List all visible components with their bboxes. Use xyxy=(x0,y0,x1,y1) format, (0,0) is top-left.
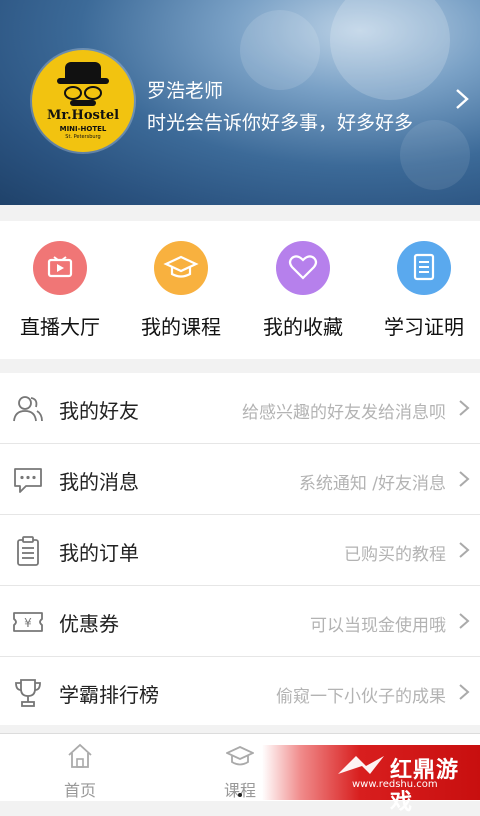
list-item-hint: 给感兴趣的好友发给消息呗 xyxy=(242,403,446,423)
list-item-coupons[interactable]: ¥ 优惠券 可以当现金使用哦 xyxy=(0,586,480,657)
document-icon xyxy=(397,241,451,295)
chevron-right-icon xyxy=(459,400,470,416)
clipboard-icon xyxy=(17,536,39,566)
heart-icon xyxy=(276,241,330,295)
friends-icon xyxy=(13,396,43,422)
list-item-leaderboard[interactable]: 学霸排行榜 偷窥一下小伙子的成果 xyxy=(0,657,480,725)
user-motto: 时光会告诉你好多事，好多好多 xyxy=(147,112,414,134)
list-item-hint: 偷窥一下小伙子的成果 xyxy=(276,687,446,707)
list-item-label: 我的好友 xyxy=(59,399,139,423)
profile-header[interactable]: Mr.Hostel MINI-HOTEL St. Petersburg 罗浩老师… xyxy=(0,0,480,205)
list-item-friends[interactable]: 我的好友 给感兴趣的好友发给消息呗 xyxy=(0,373,480,444)
home-icon xyxy=(68,743,92,768)
tab-label: 首页 xyxy=(63,781,96,800)
quick-item-label: 我的收藏 xyxy=(263,315,343,339)
message-icon xyxy=(14,468,42,493)
quick-menu: 直播大厅 我的课程 我的收藏 学习证明 xyxy=(0,221,480,359)
quick-item-my-courses[interactable]: 我的课程 xyxy=(121,221,241,359)
bokeh-light xyxy=(240,10,320,90)
list-item-messages[interactable]: 我的消息 系统通知 /好友消息 xyxy=(0,444,480,515)
chevron-right-icon xyxy=(459,542,470,558)
quick-item-live-hall[interactable]: 直播大厅 xyxy=(0,221,120,359)
list-item-label: 学霸排行榜 xyxy=(59,683,159,707)
quick-item-study-certificate[interactable]: 学习证明 xyxy=(364,221,480,359)
svg-text:¥: ¥ xyxy=(24,616,32,630)
graduation-cap-icon xyxy=(154,241,208,295)
course-icon xyxy=(226,746,254,766)
chevron-right-icon xyxy=(459,613,470,629)
bokeh-light xyxy=(330,0,450,100)
page-indicator-dot xyxy=(238,793,242,797)
quick-item-label: 我的课程 xyxy=(141,315,221,339)
chevron-right-icon xyxy=(459,471,470,487)
chevron-right-icon xyxy=(459,684,470,700)
glasses-icon xyxy=(62,86,104,100)
avatar-brand: Mr.Hostel xyxy=(46,108,120,123)
avatar[interactable]: Mr.Hostel MINI-HOTEL St. Petersburg xyxy=(32,50,134,152)
list-item-hint: 可以当现金使用哦 xyxy=(310,616,446,636)
user-name: 罗浩老师 xyxy=(147,80,224,102)
tv-icon xyxy=(33,241,87,295)
avatar-subtitle: MINI-HOTEL xyxy=(59,125,107,133)
watermark-logo-icon xyxy=(338,756,384,774)
avatar-subtitle-2: St. Petersburg xyxy=(65,134,101,140)
quick-item-label: 学习证明 xyxy=(384,315,464,339)
menu-list: 我的好友 给感兴趣的好友发给消息呗 我的消息 系统通知 /好友消息 我的订单 已… xyxy=(0,373,480,725)
list-item-label: 优惠券 xyxy=(59,612,119,636)
list-item-orders[interactable]: 我的订单 已购买的教程 xyxy=(0,515,480,586)
quick-item-my-favorites[interactable]: 我的收藏 xyxy=(243,221,363,359)
mustache-icon xyxy=(70,100,96,106)
chevron-right-icon[interactable] xyxy=(455,88,469,110)
trophy-icon xyxy=(15,679,41,707)
list-item-hint: 系统通知 /好友消息 xyxy=(298,474,446,494)
list-item-label: 我的消息 xyxy=(59,470,139,494)
tab-home[interactable]: 首页 xyxy=(0,734,160,801)
watermark-url: www.redshu.com xyxy=(352,779,438,790)
coupon-icon: ¥ xyxy=(13,612,43,632)
list-item-label: 我的订单 xyxy=(59,541,139,565)
quick-item-label: 直播大厅 xyxy=(20,315,100,339)
list-item-hint: 已购买的教程 xyxy=(344,545,446,565)
